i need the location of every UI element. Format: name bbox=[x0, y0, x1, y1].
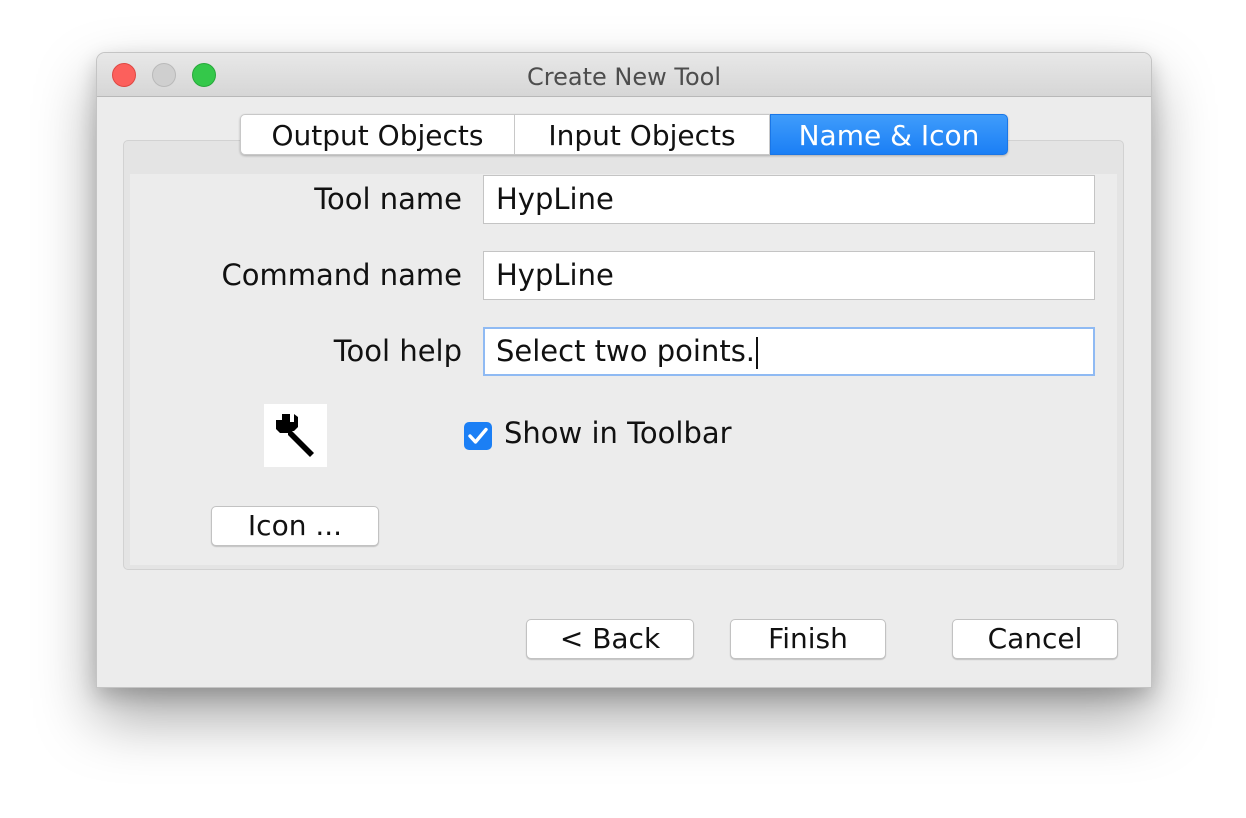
show-in-toolbar-label: Show in Toolbar bbox=[504, 416, 732, 450]
cancel-button[interactable]: Cancel bbox=[952, 619, 1118, 659]
wrench-icon bbox=[276, 414, 314, 457]
tab-panel: Tool name HypLine Command name HypLine T… bbox=[123, 140, 1124, 570]
choose-icon-button[interactable]: Icon ... bbox=[211, 506, 379, 546]
tool-help-field[interactable]: Select two points. bbox=[483, 327, 1095, 376]
tab-bar: Output Objects Input Objects Name & Icon bbox=[240, 114, 1008, 155]
title-bar[interactable]: Create New Tool bbox=[97, 53, 1151, 97]
finish-button[interactable]: Finish bbox=[730, 619, 886, 659]
tab-output-objects[interactable]: Output Objects bbox=[240, 114, 515, 155]
tool-help-label: Tool help bbox=[333, 334, 462, 368]
checkmark-icon bbox=[468, 427, 488, 444]
command-name-field[interactable]: HypLine bbox=[483, 251, 1095, 300]
back-button[interactable]: < Back bbox=[526, 619, 694, 659]
name-and-icon-panel: Tool name HypLine Command name HypLine T… bbox=[130, 174, 1117, 565]
show-in-toolbar-checkbox[interactable] bbox=[464, 422, 492, 450]
tool-name-field[interactable]: HypLine bbox=[483, 175, 1095, 224]
command-name-label: Command name bbox=[221, 258, 462, 292]
tab-input-objects[interactable]: Input Objects bbox=[515, 114, 770, 155]
tool-help-value: Select two points. bbox=[496, 334, 756, 368]
tool-icon-preview bbox=[264, 404, 327, 467]
text-caret bbox=[756, 337, 759, 369]
tab-name-and-icon[interactable]: Name & Icon bbox=[770, 114, 1008, 155]
tool-name-label: Tool name bbox=[314, 182, 462, 216]
create-new-tool-dialog: Create New Tool Output Objects Input Obj… bbox=[96, 52, 1152, 688]
window-title: Create New Tool bbox=[527, 63, 721, 91]
